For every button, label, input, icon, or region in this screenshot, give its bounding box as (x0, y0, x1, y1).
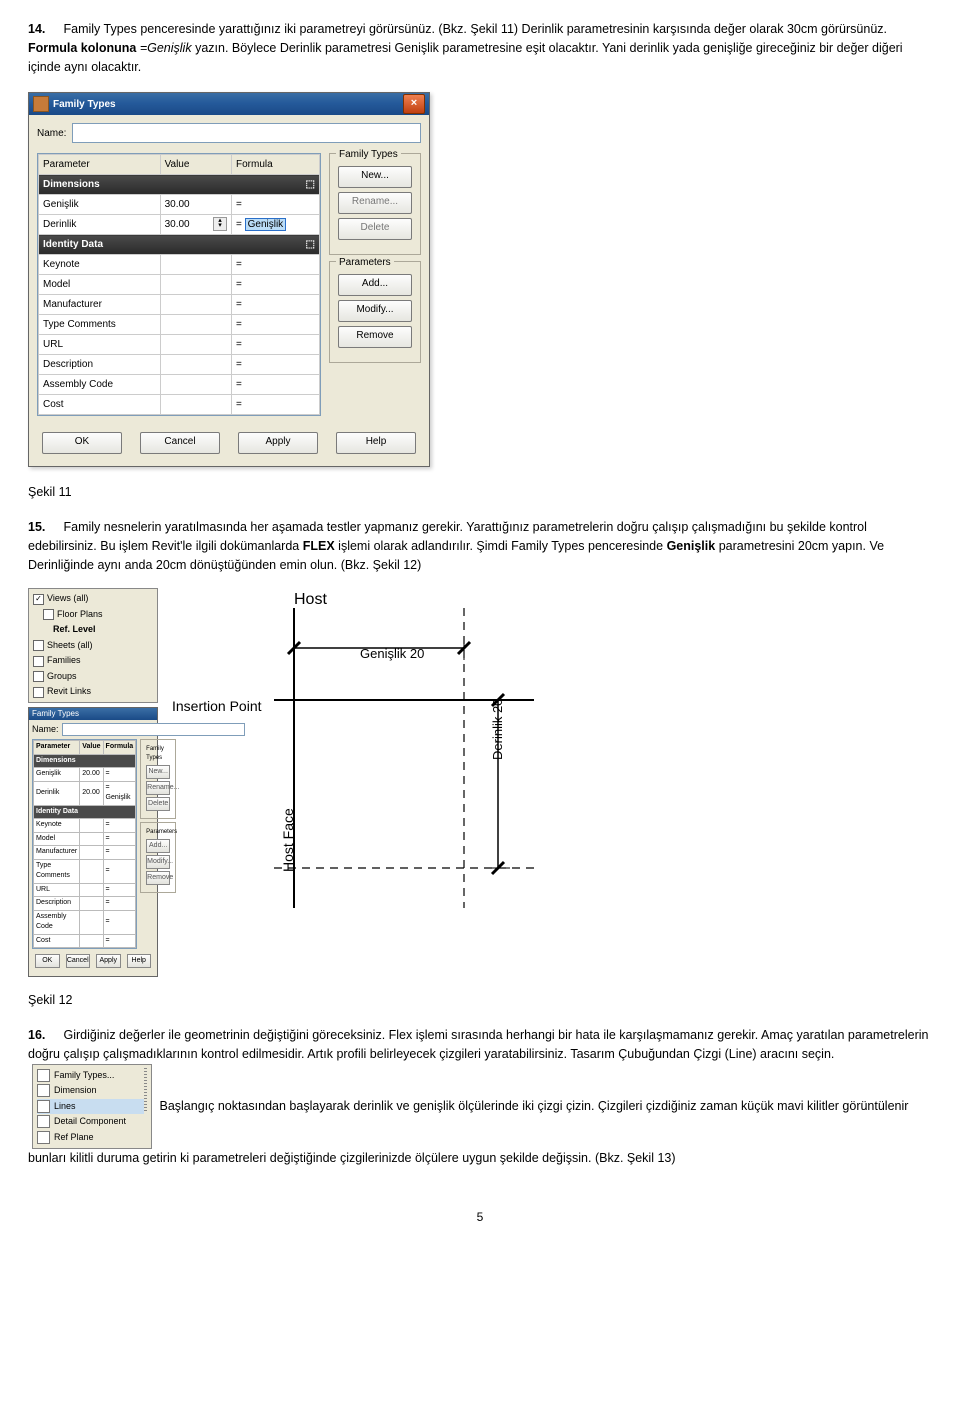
cancel-button[interactable]: Cancel (140, 432, 220, 454)
label-insertion: Insertion Point (172, 696, 262, 717)
group-parameters: Parameters Add... Modify... Remove (329, 261, 421, 363)
section-identity[interactable]: Identity Data⬚ (39, 235, 320, 255)
params-table: Parameter Value Formula Dimensions⬚ Geni… (38, 154, 320, 415)
table-row[interactable]: Description= (39, 355, 320, 375)
ref-plane-icon[interactable] (37, 1131, 50, 1144)
params-table-wrap: Parameter Value Formula Dimensions⬚ Geni… (37, 153, 321, 416)
lines-icon[interactable] (37, 1100, 50, 1113)
rename-button: Rename... (338, 192, 412, 214)
apply-button[interactable]: Apply (238, 432, 318, 454)
tree-expand-icon[interactable] (33, 594, 44, 605)
new-button[interactable]: New... (338, 166, 412, 188)
page-number: 5 (28, 1208, 932, 1226)
item-num-15: 15. (28, 518, 60, 537)
table-row[interactable]: Manufacturer= (39, 295, 320, 315)
col-parameter[interactable]: Parameter (39, 155, 161, 175)
table-row[interactable]: Model= (39, 275, 320, 295)
table-row[interactable]: Assembly Code= (39, 375, 320, 395)
screenshot-12: Views (all) Floor Plans Ref. Level Sheet… (28, 588, 932, 977)
drawing-canvas: Host Insertion Point Genişlik 20 Derinli… (166, 588, 566, 928)
group-family-types: Family Types New... Rename... Delete (329, 153, 421, 255)
detail-comp-icon[interactable] (37, 1115, 50, 1128)
table-row[interactable]: Cost= (39, 395, 320, 415)
family-types-dialog: Family Types × Name: Parameter Value For… (28, 92, 430, 467)
spinner-icon[interactable]: ▴▾ (213, 217, 227, 231)
name-input[interactable] (72, 123, 421, 143)
para-14: 14. Family Types penceresinde yarattığın… (28, 20, 932, 76)
mini-family-types-dialog: Family Types Name: ParameterValueFormula… (28, 707, 158, 978)
help-button[interactable]: Help (336, 432, 416, 454)
plan-svg (274, 608, 534, 908)
row-genislik[interactable]: Genişlik 30.00 = (39, 195, 320, 215)
para14-formula-val: =Genişlik (140, 41, 192, 55)
para14-a: Family Types penceresinde yarattığınız i… (63, 22, 887, 36)
dialog-title: Family Types (53, 97, 116, 112)
caption-11: Şekil 11 (28, 483, 932, 502)
design-bar-snippet: Family Types... Dimension Lines Detail C… (32, 1064, 152, 1150)
col-formula[interactable]: Formula (231, 155, 319, 175)
add-button[interactable]: Add... (338, 274, 412, 296)
section-dimensions[interactable]: Dimensions⬚ (39, 175, 320, 195)
delete-button: Delete (338, 218, 412, 240)
item-num-16: 16. (28, 1026, 60, 1045)
table-row[interactable]: Type Comments= (39, 315, 320, 335)
item-num-14: 14. (28, 20, 60, 39)
dialog-titlebar: Family Types × (29, 93, 429, 115)
name-label: Name: (37, 126, 66, 141)
modify-button[interactable]: Modify... (338, 300, 412, 322)
family-types-icon[interactable] (37, 1069, 50, 1082)
dimension-icon[interactable] (37, 1084, 50, 1097)
para-15: 15. Family nesnelerin yaratılmasında her… (28, 518, 932, 574)
caption-12: Şekil 12 (28, 991, 932, 1010)
remove-button[interactable]: Remove (338, 326, 412, 348)
para-16: 16. Girdiğiniz değerler ile geometrinin … (28, 1026, 932, 1168)
close-icon[interactable]: × (403, 94, 425, 114)
project-browser: Views (all) Floor Plans Ref. Level Sheet… (28, 588, 158, 703)
formula-selected[interactable]: Genişlik (245, 218, 287, 231)
table-row[interactable]: Keynote= (39, 255, 320, 275)
table-row[interactable]: URL= (39, 335, 320, 355)
col-value[interactable]: Value (160, 155, 231, 175)
row-derinlik[interactable]: Derinlik 30.00▴▾ = Genişlik (39, 215, 320, 235)
ok-button[interactable]: OK (42, 432, 122, 454)
app-icon (33, 96, 49, 112)
para14-formula-lead: Formula kolonuna (28, 41, 140, 55)
grip-icon[interactable] (144, 1068, 147, 1112)
